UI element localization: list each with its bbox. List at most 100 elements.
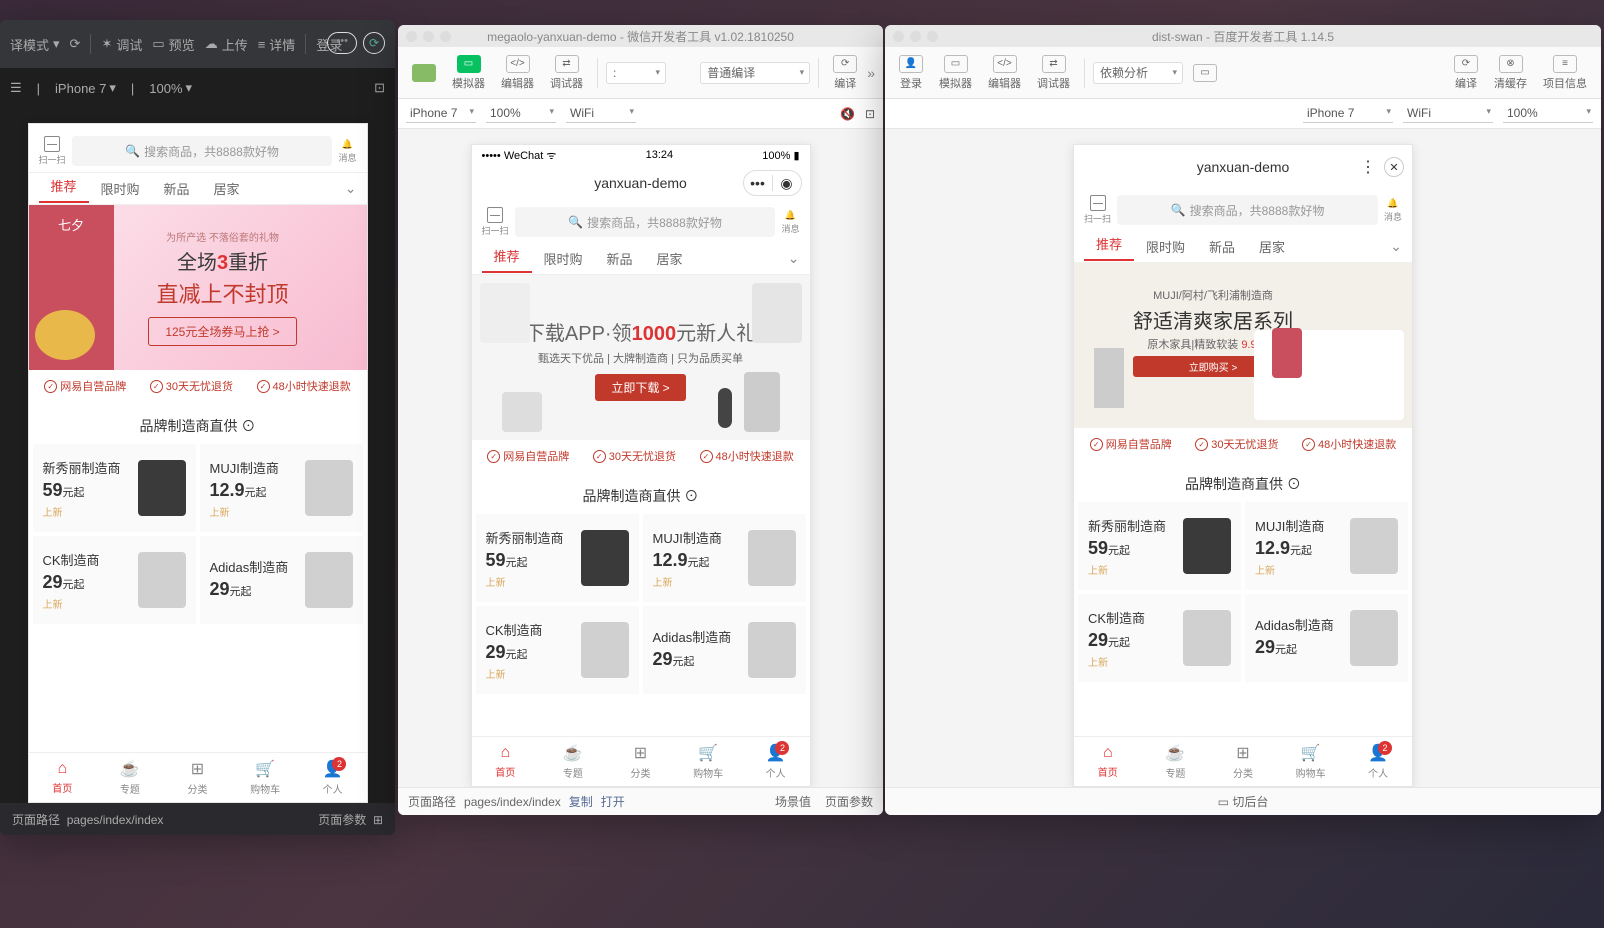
brand-card[interactable]: MUJI制造商12.9元起上新 (643, 514, 806, 602)
tab-cart[interactable]: 🛒购物车 (231, 753, 299, 802)
tab-cart[interactable]: 🛒购物车 (674, 737, 742, 786)
project-info-button[interactable]: ≡项目信息 (1537, 53, 1593, 93)
traffic-lights[interactable] (406, 31, 451, 42)
tab-recommend[interactable]: 推荐 (39, 176, 89, 203)
tab-new[interactable]: 新品 (1197, 237, 1247, 256)
traffic-lights[interactable] (893, 31, 938, 42)
colon-dropdown[interactable]: : (606, 62, 666, 84)
run-button[interactable]: ▭ (1187, 62, 1223, 84)
network-dropdown[interactable]: WiFi (1403, 104, 1493, 123)
network-dropdown[interactable]: WiFi (566, 104, 636, 123)
tab-home[interactable]: ⌂首页 (472, 737, 540, 786)
zoom-dropdown[interactable]: 100% (486, 104, 556, 123)
tab-flash[interactable]: 限时购 (1134, 237, 1197, 256)
device-dropdown[interactable]: iPhone 7 ▾ (55, 80, 116, 96)
tab-flash[interactable]: 限时购 (532, 249, 595, 268)
tab-topic[interactable]: ☕专题 (96, 753, 164, 802)
chevron-down-icon[interactable]: ⌄ (788, 250, 800, 267)
dock-icon[interactable]: ⊡ (374, 80, 385, 96)
tab-category[interactable]: ⊞分类 (1209, 737, 1277, 786)
tab-home[interactable]: 居家 (1247, 237, 1297, 256)
tab-home[interactable]: 居家 (202, 179, 252, 198)
dep-mode-dropdown[interactable]: 依赖分析 (1093, 62, 1183, 84)
tab-profile[interactable]: 👤个人2 (742, 737, 810, 786)
download-button[interactable]: 立即下载 > (595, 374, 685, 401)
grid-icon[interactable]: ⊞ (373, 813, 383, 827)
simulator-button[interactable]: ▭模拟器 (446, 53, 491, 93)
debug-button[interactable]: ✶ 调试 (101, 35, 142, 54)
promo-banner[interactable]: 下载APP·领1000元新人礼 甄选天下优品 | 大牌制造商 | 只为品质买单 … (472, 275, 810, 440)
more-icon[interactable]: ••• (744, 171, 772, 195)
more-icon[interactable]: ••• (327, 32, 357, 54)
more-icon[interactable]: ⋮ (1360, 157, 1376, 177)
scan-icon[interactable]: 扫一扫 (482, 207, 509, 237)
more-icon[interactable]: » (867, 65, 875, 81)
tab-new[interactable]: 新品 (595, 249, 645, 268)
brand-card[interactable]: Adidas制造商29元起 (643, 606, 806, 694)
tab-profile[interactable]: 👤个人2 (1344, 737, 1412, 786)
zoom-dropdown[interactable]: 100% (1503, 104, 1593, 123)
tab-category[interactable]: ⊞分类 (164, 753, 232, 802)
brand-card[interactable]: MUJI制造商12.9元起上新 (1245, 502, 1408, 590)
brand-card[interactable]: CK制造商29元起上新 (33, 536, 196, 624)
simulator-button[interactable]: ▭模拟器 (933, 53, 978, 93)
banner-cta-button[interactable]: 125元全场券马上抢 > (148, 317, 296, 346)
detail-button[interactable]: ≡ 详情 (258, 35, 296, 54)
open-link[interactable]: 打开 (601, 793, 625, 810)
tab-recommend[interactable]: 推荐 (1084, 234, 1134, 261)
tab-topic[interactable]: ☕专题 (539, 737, 607, 786)
device-dropdown[interactable]: iPhone 7 (406, 104, 476, 123)
close-icon[interactable]: ◉ (773, 171, 801, 195)
brand-card[interactable]: CK制造商29元起上新 (476, 606, 639, 694)
refresh-capsule-icon[interactable]: ⟳ (363, 32, 385, 54)
compile-button[interactable]: ⟳编译 (1448, 53, 1484, 93)
bell-icon[interactable]: 🔔消息 (1384, 198, 1402, 223)
search-input[interactable]: 🔍 搜索商品，共8888款好物 (1117, 195, 1378, 225)
bell-icon[interactable]: 🔔消息 (781, 210, 799, 235)
tab-recommend[interactable]: 推荐 (482, 246, 532, 273)
tab-cart[interactable]: 🛒购物车 (1277, 737, 1345, 786)
scan-icon[interactable]: 扫一扫 (39, 136, 66, 166)
search-input[interactable]: 🔍 搜索商品，共8888款好物 (515, 207, 776, 237)
mute-icon[interactable]: 🔇 (840, 107, 855, 121)
tab-category[interactable]: ⊞分类 (607, 737, 675, 786)
promo-banner[interactable]: 七夕 为所产选 不落俗套的礼物 全场3重折 直减上不封顶 125元全场券马上抢 … (29, 205, 367, 370)
clear-cache-button[interactable]: ⊗清缓存 (1488, 53, 1533, 93)
brand-card[interactable]: CK制造商29元起上新 (1078, 594, 1241, 682)
upload-button[interactable]: ☁ 上传 (205, 35, 248, 54)
close-icon[interactable]: ✕ (1384, 157, 1404, 177)
refresh-icon[interactable]: ⟳ (70, 36, 81, 52)
login-button[interactable]: 👤登录 (893, 53, 929, 93)
sidebar-toggle-icon[interactable]: ☰ (10, 80, 22, 96)
editor-button[interactable]: </>编辑器 (982, 53, 1027, 93)
promo-banner[interactable]: MUJI/阿村/飞利浦制造商 舒适清爽家居系列 原木家具|精致软装 9.9元起 … (1074, 263, 1412, 428)
brand-card[interactable]: Adidas制造商29元起 (1245, 594, 1408, 682)
debugger-button[interactable]: ⇄调试器 (1031, 53, 1076, 93)
search-input[interactable]: 🔍 搜索商品，共8888款好物 (72, 136, 333, 166)
compile-button[interactable]: ⟳编译 (827, 53, 863, 93)
mode-dropdown[interactable]: 译模式 ▾ (10, 35, 60, 54)
device-dropdown[interactable]: iPhone 7 (1303, 104, 1393, 123)
debugger-button[interactable]: ⇄调试器 (544, 53, 589, 93)
scan-icon[interactable]: 扫一扫 (1084, 195, 1111, 225)
tab-new[interactable]: 新品 (152, 179, 202, 198)
tab-home[interactable]: ⌂首页 (1074, 737, 1142, 786)
tab-topic[interactable]: ☕专题 (1142, 737, 1210, 786)
zoom-dropdown[interactable]: 100% ▾ (149, 80, 192, 96)
tab-profile[interactable]: 👤个人2 (299, 753, 367, 802)
chevron-down-icon[interactable]: ⌄ (345, 180, 357, 197)
chevron-down-icon[interactable]: ⌄ (1390, 238, 1402, 255)
brand-card[interactable]: 新秀丽制造商59元起上新 (1078, 502, 1241, 590)
bell-icon[interactable]: 🔔消息 (338, 139, 356, 164)
editor-button[interactable]: </>编辑器 (495, 53, 540, 93)
brand-card[interactable]: 新秀丽制造商59元起上新 (476, 514, 639, 602)
compile-mode-dropdown[interactable]: 普通编译 (700, 62, 810, 84)
avatar[interactable] (406, 62, 442, 84)
dock-icon[interactable]: ⊡ (865, 107, 875, 121)
switch-bg-button[interactable]: ▭ 切后台 (1218, 793, 1269, 810)
tab-flash[interactable]: 限时购 (89, 179, 152, 198)
tab-home[interactable]: 居家 (645, 249, 695, 268)
copy-link[interactable]: 复制 (569, 793, 593, 810)
tab-home[interactable]: ⌂首页 (29, 753, 97, 802)
preview-button[interactable]: ▭ 预览 (152, 35, 194, 54)
